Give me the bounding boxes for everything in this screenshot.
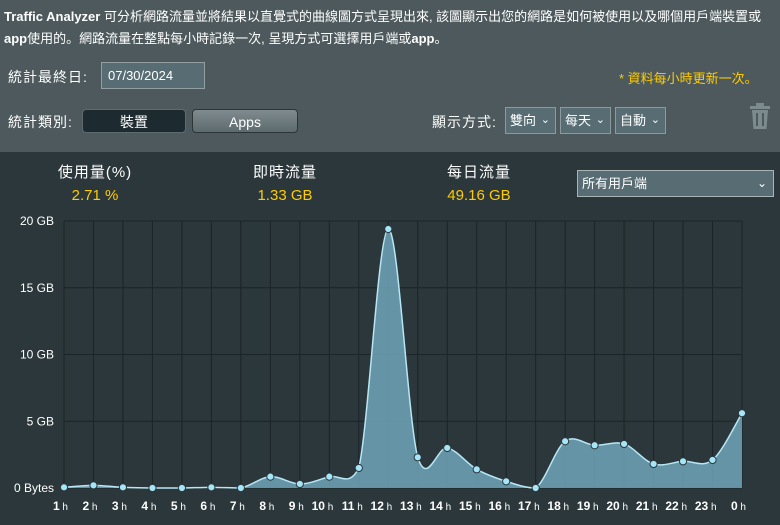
x-tick-label: 13 h (400, 499, 422, 513)
chevron-down-icon: ⌄ (756, 176, 767, 190)
chevron-down-icon: ⌄ (595, 114, 605, 126)
x-tick-label: 9 h (289, 499, 304, 513)
period-select[interactable]: 每天 ⌄ (560, 107, 611, 134)
desc-text-3: 。 (434, 31, 448, 46)
trash-icon[interactable] (749, 102, 771, 130)
end-date-input[interactable]: 07/30/2024 (101, 62, 205, 89)
y-tick-label: 0 Bytes (14, 481, 54, 495)
data-point (708, 455, 717, 465)
traffic-chart: 0 Bytes 5 GB 10 GB 15 GB 20 GB 1 h 2 h 3 h 4 h 5 … (14, 214, 747, 513)
x-tick-label: 21 h (636, 499, 658, 513)
data-point (354, 463, 363, 473)
x-tick-label: 18 h (547, 499, 569, 513)
data-point (236, 483, 245, 493)
usage-value: 2.71 % (71, 187, 119, 204)
data-point (177, 483, 187, 493)
desc-app-word-2: app (411, 31, 435, 46)
series-area (64, 228, 742, 488)
y-tick-label: 20 GB (20, 214, 54, 228)
data-point (649, 459, 658, 469)
category-label: 統計類別: (8, 114, 73, 130)
x-tick-label: 16 h (488, 499, 510, 513)
desc-text-1: 可分析網路流量並將結果以直覺式的曲線圖方式呈現出來, 該圖顯示出您的網路是如何被… (100, 9, 762, 24)
data-point (89, 481, 98, 490)
x-tick-label: 3 h (112, 499, 127, 513)
data-point (590, 441, 599, 450)
data-point (561, 437, 570, 446)
x-tick-label: 11 h (342, 499, 363, 513)
daily-title: 每日流量 (446, 164, 511, 181)
data-point (443, 443, 452, 453)
x-tick-label: 20 h (606, 499, 628, 513)
x-tick-label: 19 h (577, 499, 599, 513)
data-point (295, 479, 304, 489)
x-tick-label: 23 h (695, 499, 717, 513)
direction-select[interactable]: 雙向 ⌄ (505, 107, 556, 134)
category-apps-button[interactable]: Apps (192, 109, 298, 133)
realtime-title: 即時流量 (252, 164, 317, 181)
chevron-down-icon: ⌄ (540, 114, 550, 126)
data-point (148, 483, 157, 493)
date-label: 統計最終日: (8, 69, 88, 85)
x-tick-label: 4 h (141, 499, 156, 513)
x-tick-label: 8 h (259, 499, 274, 513)
data-point (207, 483, 216, 492)
x-tick-label: 1 h (53, 499, 68, 513)
data-point (118, 483, 128, 492)
data-point (678, 457, 688, 466)
data-point (266, 472, 275, 481)
data-point (619, 439, 629, 449)
data-point (502, 477, 511, 486)
x-tick-label: 7 h (230, 499, 245, 513)
data-point (472, 465, 481, 474)
desc-text-2: 使用的。網路流量在整點每小時記錄一次, 呈現方式可選擇用戶端或 (27, 31, 412, 46)
data-point (737, 409, 747, 418)
chevron-down-icon: ⌄ (650, 114, 660, 126)
x-tick-label: 17 h (518, 499, 540, 513)
x-tick-label: 22 h (665, 499, 687, 513)
intro-description: Traffic Analyzer 可分析網路流量並將結果以直覺式的曲線圖方式呈現… (4, 6, 780, 50)
x-tick-label: 2 h (82, 499, 97, 513)
period-value: 每天 (565, 113, 592, 128)
category-device-button[interactable]: 裝置 (82, 109, 186, 133)
unit-value: 自動 (620, 113, 647, 128)
x-tick-label: 12 h (371, 499, 393, 513)
direction-value: 雙向 (510, 113, 537, 128)
x-tick-label: 5 h (171, 499, 186, 513)
unit-select[interactable]: 自動 ⌄ (615, 107, 666, 134)
client-select[interactable]: 所有用戶端 ⌄ (577, 170, 774, 197)
display-mode-label: 顯示方式: (432, 114, 497, 130)
usage-title: 使用量(%) (57, 164, 133, 181)
y-tick-label: 15 GB (20, 281, 54, 295)
realtime-value: 1.33 GB (257, 187, 313, 204)
y-tick-label: 10 GB (20, 348, 54, 362)
data-point (325, 472, 334, 481)
x-tick-label: 14 h (430, 499, 452, 513)
y-tick-label: 5 GB (27, 414, 54, 428)
daily-value: 49.16 GB (447, 187, 511, 204)
data-point (59, 483, 69, 492)
client-select-value: 所有用戶端 (582, 176, 648, 191)
app-name: Traffic Analyzer (4, 9, 101, 24)
x-tick-label: 0 h (731, 499, 746, 513)
x-tick-label: 10 h (312, 499, 334, 513)
data-point (531, 483, 540, 493)
desc-app-word: app (4, 31, 28, 46)
update-note: * 資料每小時更新一次。 (619, 71, 758, 86)
x-tick-label: 15 h (459, 499, 481, 513)
data-point (413, 453, 422, 462)
x-tick-label: 6 h (200, 499, 215, 513)
data-point (384, 224, 393, 234)
